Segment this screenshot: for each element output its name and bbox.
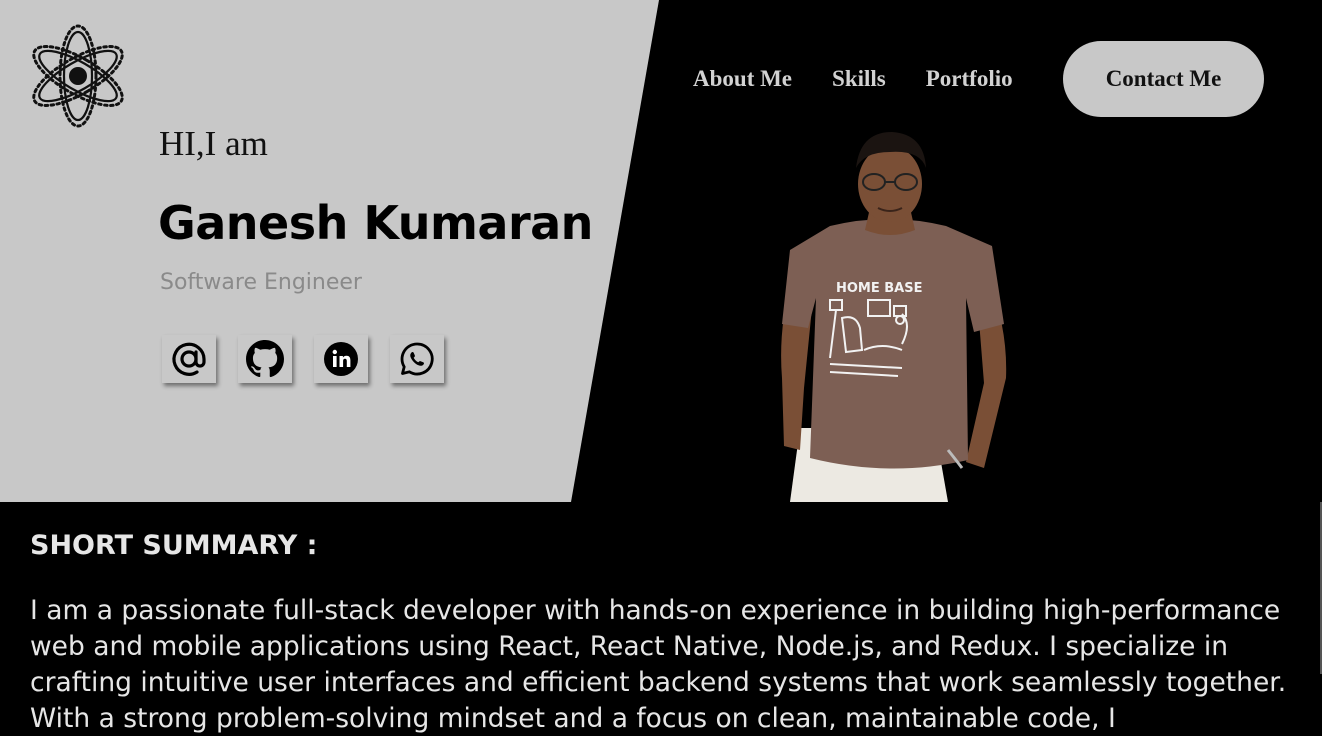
linkedin-button[interactable] [314, 335, 368, 383]
profile-photo: HOME BASE [770, 128, 1020, 502]
github-icon [246, 340, 284, 378]
svg-text:HOME BASE: HOME BASE [836, 281, 923, 296]
summary-text: I am a passionate full-stack developer w… [30, 595, 1287, 734]
whatsapp-button[interactable] [390, 335, 444, 383]
atom-logo-icon[interactable] [26, 22, 130, 130]
contact-me-button[interactable]: Contact Me [1063, 41, 1264, 117]
whatsapp-icon [400, 342, 434, 376]
profile-name: Ganesh Kumaran [158, 196, 593, 250]
hero-section: About Me Skills Portfolio Contact Me HI,… [0, 0, 1322, 502]
linkedin-icon [324, 342, 358, 376]
nav-skills[interactable]: Skills [832, 66, 886, 92]
email-button[interactable] [162, 335, 216, 383]
portfolio-page: About Me Skills Portfolio Contact Me HI,… [0, 0, 1322, 736]
github-button[interactable] [238, 335, 292, 383]
nav-portfolio[interactable]: Portfolio [926, 66, 1013, 92]
at-sign-icon [172, 342, 206, 376]
main-nav: About Me Skills Portfolio [693, 41, 1053, 117]
summary-section: SHORT SUMMARY : I am a passionate full-s… [0, 502, 1322, 736]
greeting-text: HI,I am [159, 124, 268, 163]
profile-role: Software Engineer [160, 270, 362, 295]
social-links [162, 335, 466, 383]
nav-about-me[interactable]: About Me [693, 66, 792, 92]
summary-title: SHORT SUMMARY : [30, 530, 318, 561]
